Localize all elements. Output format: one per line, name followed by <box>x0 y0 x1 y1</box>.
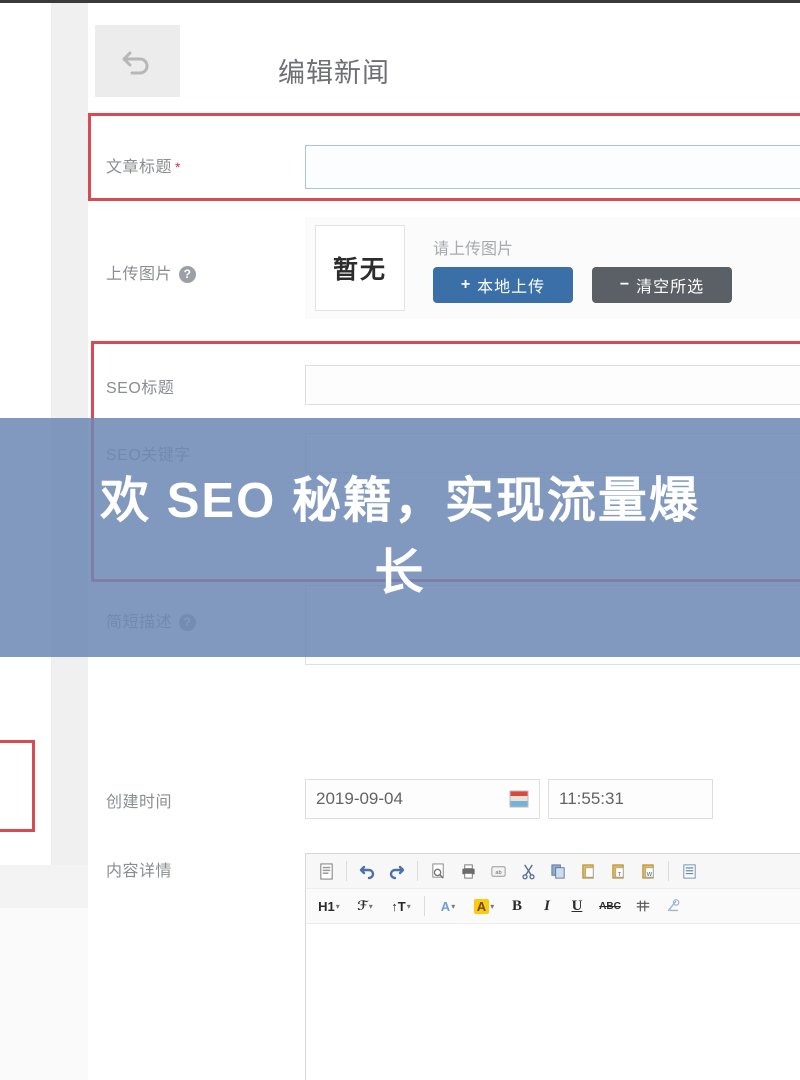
remove-format-icon[interactable] <box>659 892 687 920</box>
undo-icon[interactable] <box>353 857 381 885</box>
clear-selection-button[interactable]: − 清空所选 <box>592 267 732 303</box>
minus-icon: − <box>619 276 631 293</box>
label-create-time: 创建时间 <box>106 794 173 811</box>
headline-overlay-text: 欢 SEO 秘籍，实现流量爆 长 <box>0 418 800 657</box>
source-icon[interactable] <box>312 857 340 885</box>
label-article-title-text: 文章标题 <box>106 159 173 176</box>
separator <box>417 861 418 881</box>
local-upload-button[interactable]: + 本地上传 <box>433 267 573 303</box>
bold-button[interactable]: B <box>503 892 531 920</box>
card-header: 编辑新闻 <box>88 3 800 113</box>
clear-selection-label: 清空所选 <box>636 279 705 296</box>
image-placeholder-thumb: 暂无 <box>315 225 405 311</box>
plus-icon: + <box>460 276 472 293</box>
time-value: 11:55:31 <box>559 789 624 808</box>
local-upload-label: 本地上传 <box>477 279 546 296</box>
chevron-down-icon: ▾ <box>406 901 411 911</box>
row-upload-image: 上传图片? 暂无 请上传图片 + 本地上传 − 清空所选 <box>88 205 800 331</box>
separator <box>424 896 425 916</box>
highlight-color-picker[interactable]: A ▾ <box>467 892 501 920</box>
calendar-icon <box>509 790 529 808</box>
headline-line-1: 欢 SEO 秘籍，实现流量爆 <box>100 474 700 529</box>
underline-label: U <box>571 897 583 914</box>
copy-icon[interactable] <box>544 857 572 885</box>
font-family-dropdown[interactable]: ℱ ▾ <box>348 892 382 920</box>
highlight-color-label: A <box>473 898 490 914</box>
date-value: 2019-09-04 <box>316 789 403 808</box>
text-color-picker[interactable]: A ▾ <box>431 892 465 920</box>
paste-icon[interactable] <box>574 857 602 885</box>
create-time-fields: 2019-09-04 11:55:31 <box>305 779 713 819</box>
svg-text:ab: ab <box>495 869 501 875</box>
svg-text:W: W <box>646 871 652 877</box>
font-size-label: ↑T <box>391 898 406 914</box>
text-color-label: A <box>440 898 451 914</box>
back-arrow-icon <box>122 51 148 75</box>
row-create-time: 创建时间 2019-09-04 11:55:31 <box>88 763 800 833</box>
list-icon[interactable] <box>675 857 703 885</box>
label-upload-image-text: 上传图片 <box>106 266 173 283</box>
row-article-title: 文章标题 * <box>88 113 800 205</box>
headline-line-2: 长 <box>374 545 426 600</box>
label-article-title: 文章标题 * <box>106 153 181 177</box>
font-size-dropdown[interactable]: ↑T ▾ <box>384 892 418 920</box>
editor-toolbar-row-1: ab T W <box>306 854 800 889</box>
left-gutter-lower <box>0 908 88 1080</box>
editor-toolbar-row-2: H1 ▾ ℱ ▾ ↑T ▾ A ▾ A ▾ B I U ABC <box>306 889 800 924</box>
preview-icon[interactable] <box>424 857 452 885</box>
label-content-detail: 内容详情 <box>106 863 173 880</box>
time-field[interactable]: 11:55:31 <box>548 779 713 819</box>
separator <box>668 861 669 881</box>
back-button[interactable] <box>95 25 180 97</box>
label-upload-image: 上传图片? <box>106 260 197 284</box>
row-seo-title: SEO标题 <box>88 351 800 421</box>
bold-label: B <box>511 897 522 914</box>
date-picker-field[interactable]: 2019-09-04 <box>305 779 540 819</box>
editor-content-area[interactable] <box>306 924 800 1080</box>
svg-text:T: T <box>617 871 621 877</box>
seo-title-input[interactable] <box>305 365 800 405</box>
paste-word-icon[interactable]: W <box>634 857 662 885</box>
paste-text-icon[interactable]: T <box>604 857 632 885</box>
required-asterisk: * <box>175 159 181 175</box>
italic-button[interactable]: I <box>533 892 561 920</box>
spellcheck-icon[interactable]: ab <box>484 857 512 885</box>
strikethrough-label: ABC <box>599 900 621 912</box>
sidebar-panel-lower <box>0 865 88 908</box>
chevron-down-icon: ▾ <box>451 901 456 911</box>
rich-text-editor[interactable]: ab T W H1 ▾ ℱ ▾ ↑T ▾ A ▾ A ▾ B I U ABC <box>305 853 800 1080</box>
help-icon-upload[interactable]: ? <box>179 266 197 284</box>
font-family-label: ℱ <box>357 898 368 913</box>
italic-label: I <box>544 897 550 914</box>
cut-icon[interactable] <box>514 857 542 885</box>
grid-icon[interactable] <box>629 892 657 920</box>
separator <box>346 861 347 881</box>
chevron-down-icon: ▾ <box>368 901 373 911</box>
strikethrough-button[interactable]: ABC <box>593 892 627 920</box>
print-icon[interactable] <box>454 857 482 885</box>
row-content-detail: 内容详情 ab T W H1 ▾ ℱ ▾ ↑T ▾ A ▾ A ▾ B I U … <box>88 843 800 1080</box>
heading-h1-dropdown[interactable]: H1 ▾ <box>312 892 346 920</box>
redo-icon[interactable] <box>383 857 411 885</box>
page-title: 编辑新闻 <box>278 58 390 88</box>
underline-button[interactable]: U <box>563 892 591 920</box>
upload-hint: 请上传图片 <box>433 241 514 258</box>
article-title-input[interactable] <box>305 145 800 189</box>
screenshot-root: 编辑新闻 文章标题* 上传图片? 暂无 请上传图片 + 本地上传 − 清空所选 <box>0 0 800 1080</box>
chevron-down-icon: ▾ <box>490 901 495 911</box>
chevron-down-icon: ▾ <box>335 901 340 911</box>
label-seo-title: SEO标题 <box>106 380 175 397</box>
heading-h1-label: H1 <box>318 898 335 914</box>
